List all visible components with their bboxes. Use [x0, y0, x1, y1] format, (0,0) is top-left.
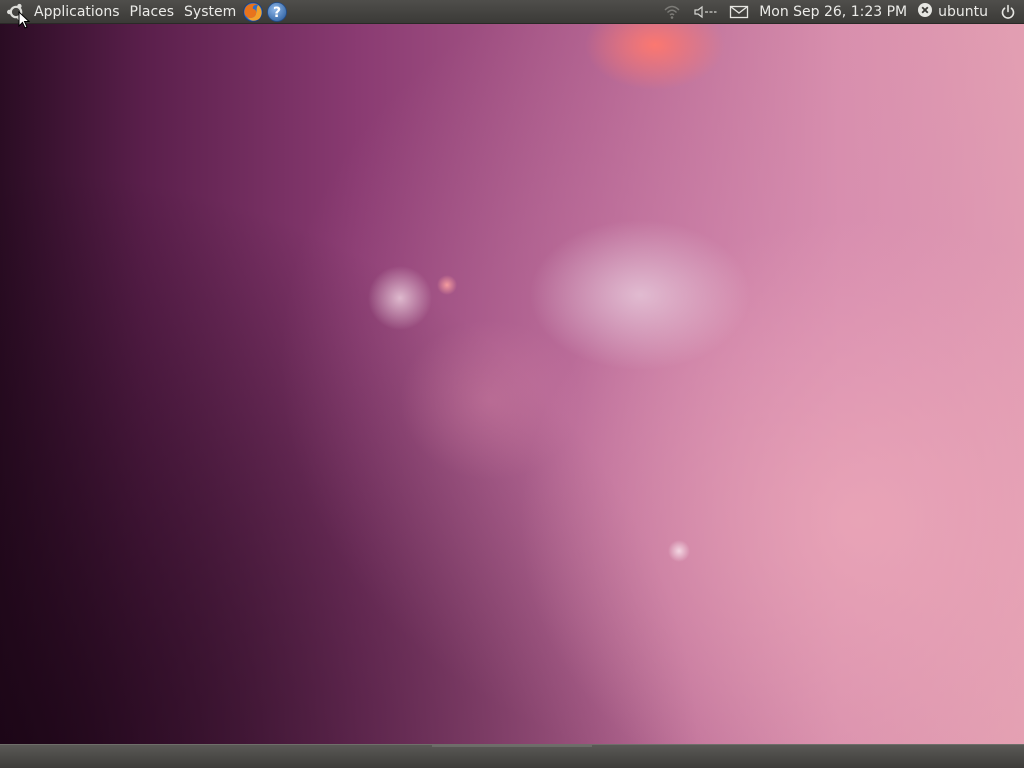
user-status-icon: [917, 2, 933, 22]
envelope-icon[interactable]: [729, 0, 749, 24]
panel-left: Applications Places System ?: [0, 0, 289, 24]
clock[interactable]: Mon Sep 26, 1:23 PM: [755, 0, 913, 24]
panel-right: Mon Sep 26, 1:23 PM ubuntu: [657, 0, 1024, 24]
bottom-panel: [0, 744, 1024, 768]
firefox-icon[interactable]: [242, 1, 264, 23]
places-menu[interactable]: Places: [125, 0, 180, 24]
panel-handle: [432, 745, 592, 747]
help-glyph: ?: [273, 5, 281, 21]
top-panel: Applications Places System ? Mon Sep 26,…: [0, 0, 1024, 24]
system-menu[interactable]: System: [179, 0, 241, 24]
user-name: ubuntu: [938, 3, 988, 20]
help-icon[interactable]: ?: [266, 1, 288, 23]
wireless-signal-icon[interactable]: [663, 0, 681, 24]
power-icon[interactable]: [1000, 0, 1016, 24]
user-menu[interactable]: ubuntu: [913, 0, 994, 24]
speaker-icon[interactable]: [693, 0, 717, 24]
desktop-wallpaper[interactable]: Applications Places System ? Mon Sep 26,…: [0, 0, 1024, 768]
mouse-pointer-icon: [18, 10, 31, 29]
applications-menu[interactable]: Applications: [29, 0, 125, 24]
